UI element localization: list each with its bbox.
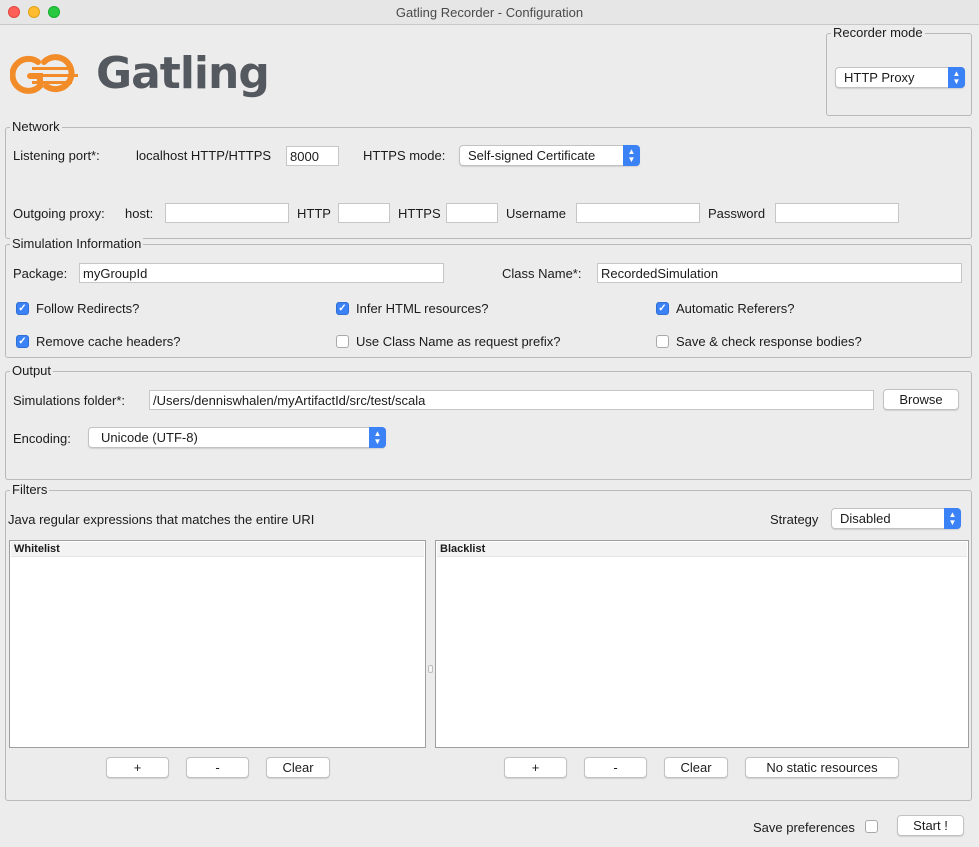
output-group: Output — [5, 363, 972, 480]
start-button[interactable]: Start ! — [897, 815, 964, 836]
output-legend: Output — [10, 363, 54, 378]
whitelist-clear-button[interactable]: Clear — [266, 757, 330, 778]
package-input[interactable] — [79, 263, 444, 283]
class-name-prefix-checkbox[interactable] — [336, 335, 349, 348]
whitelist-remove-button[interactable]: - — [186, 757, 249, 778]
encoding-select[interactable]: Unicode (UTF-8) ▲ ▼ — [88, 427, 386, 448]
whitelist-add-button[interactable]: + — [106, 757, 169, 778]
whitelist-header: Whitelist — [11, 542, 424, 557]
save-preferences-label: Save preferences — [753, 820, 855, 835]
blacklist-add-button[interactable]: + — [504, 757, 567, 778]
package-label: Package: — [13, 266, 68, 281]
class-name-input[interactable] — [597, 263, 962, 283]
recorder-mode-group: Recorder mode HTTP Proxy ▲ ▼ — [826, 25, 972, 116]
proxy-host-input[interactable] — [165, 203, 289, 223]
recorder-mode-value: HTTP Proxy — [844, 70, 915, 85]
class-name-label: Class Name*: — [502, 266, 582, 281]
chevron-updown-icon: ▲ ▼ — [623, 145, 640, 166]
window-title: Gatling Recorder - Configuration — [395, 5, 584, 20]
proxy-password-input[interactable] — [775, 203, 899, 223]
follow-redirects-checkbox[interactable]: ✓ — [16, 302, 29, 315]
https-mode-value: Self-signed Certificate — [468, 148, 596, 163]
save-preferences-checkbox[interactable] — [865, 820, 878, 833]
follow-redirects-label: Follow Redirects? — [36, 301, 140, 316]
outgoing-proxy-label: Outgoing proxy: — [13, 206, 105, 221]
whitelist-table[interactable]: Whitelist — [9, 540, 426, 748]
class-name-prefix-label: Use Class Name as request prefix? — [356, 334, 561, 349]
title-bar: Gatling Recorder - Configuration — [0, 0, 979, 25]
recorder-mode-select[interactable]: HTTP Proxy ▲ ▼ — [835, 67, 965, 88]
simulation-information-legend: Simulation Information — [10, 236, 144, 251]
strategy-value: Disabled — [840, 511, 891, 526]
save-check-bodies-label: Save & check response bodies? — [676, 334, 862, 349]
proxy-host-label: host: — [125, 206, 154, 221]
encoding-value: Unicode (UTF-8) — [101, 430, 198, 445]
split-pane-divider[interactable] — [428, 665, 433, 673]
filters-description: Java regular expressions that matches th… — [8, 512, 315, 527]
blacklist-table[interactable]: Blacklist — [435, 540, 969, 748]
blacklist-remove-button[interactable]: - — [584, 757, 647, 778]
recorder-mode-legend: Recorder mode — [831, 25, 925, 40]
automatic-referers-label: Automatic Referers? — [676, 301, 795, 316]
encoding-label: Encoding: — [13, 431, 71, 446]
save-check-bodies-checkbox[interactable] — [656, 335, 669, 348]
filters-legend: Filters — [10, 482, 50, 497]
blacklist-header: Blacklist — [437, 542, 967, 557]
listening-port-label: Listening port*: — [13, 148, 100, 163]
strategy-label: Strategy — [770, 512, 819, 527]
proxy-https-port-input[interactable] — [446, 203, 498, 223]
simulations-folder-input[interactable] — [149, 390, 874, 410]
browse-button[interactable]: Browse — [883, 389, 959, 410]
remove-cache-headers-label: Remove cache headers? — [36, 334, 181, 349]
remove-cache-headers-checkbox[interactable]: ✓ — [16, 335, 29, 348]
proxy-username-input[interactable] — [576, 203, 700, 223]
gatling-logo: Gatling — [10, 46, 275, 106]
proxy-https-label: HTTPS — [398, 206, 441, 221]
strategy-select[interactable]: Disabled ▲ ▼ — [831, 508, 961, 529]
logo-text: Gatling — [96, 48, 270, 99]
https-mode-select[interactable]: Self-signed Certificate ▲ ▼ — [459, 145, 640, 166]
https-mode-label: HTTPS mode: — [363, 148, 446, 163]
proxy-password-label: Password — [708, 206, 766, 221]
infer-html-resources-label: Infer HTML resources? — [356, 301, 489, 316]
proxy-username-label: Username — [506, 206, 566, 221]
gatling-logo-icon — [10, 54, 78, 94]
chevron-updown-icon: ▲ ▼ — [944, 508, 961, 529]
simulations-folder-label: Simulations folder*: — [13, 393, 125, 408]
automatic-referers-checkbox[interactable]: ✓ — [656, 302, 669, 315]
blacklist-clear-button[interactable]: Clear — [664, 757, 728, 778]
chevron-updown-icon: ▲ ▼ — [948, 67, 965, 88]
proxy-http-label: HTTP — [297, 206, 331, 221]
listening-port-input[interactable] — [286, 146, 339, 166]
chevron-updown-icon: ▲ ▼ — [369, 427, 386, 448]
proxy-http-port-input[interactable] — [338, 203, 390, 223]
no-static-resources-button[interactable]: No static resources — [745, 757, 899, 778]
infer-html-resources-checkbox[interactable]: ✓ — [336, 302, 349, 315]
network-legend: Network — [10, 119, 62, 134]
localhost-label: localhost HTTP/HTTPS — [136, 148, 272, 163]
